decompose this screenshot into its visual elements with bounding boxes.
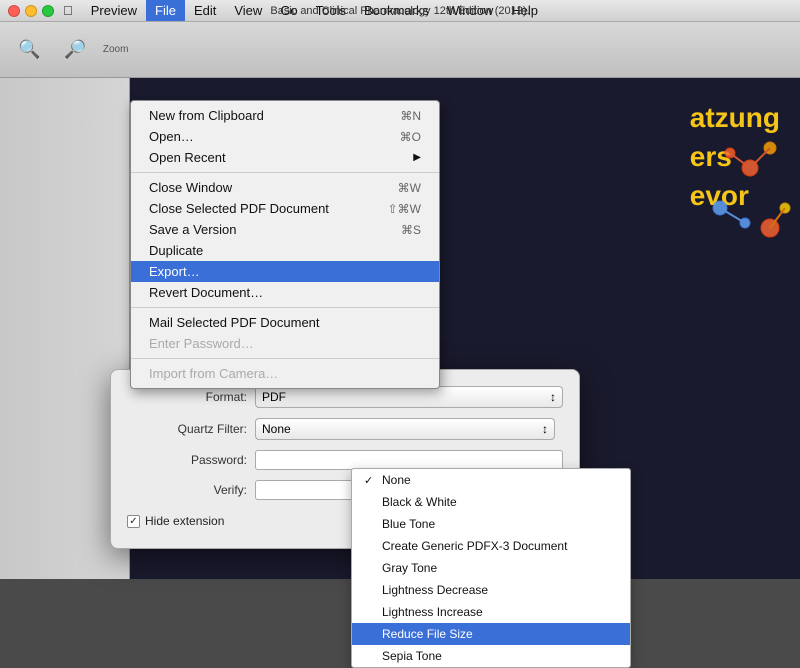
- hide-extension-checkbox[interactable]: ✓: [127, 515, 140, 528]
- hide-extension-text: Hide extension: [145, 514, 224, 528]
- menu-save-version[interactable]: Save a Version ⌘S: [131, 219, 439, 240]
- molecules-decoration: [600, 108, 800, 308]
- quartz-option-label: Sepia Tone: [382, 649, 442, 663]
- quartz-option-none[interactable]: ✓ None: [352, 469, 630, 491]
- go-menu-item[interactable]: Go: [271, 0, 306, 21]
- quartz-option-label: Black & White: [382, 495, 457, 509]
- menu-enter-password: Enter Password…: [131, 333, 439, 354]
- help-menu-item[interactable]: Help: [502, 0, 547, 21]
- quartz-option-label: Blue Tone: [382, 517, 435, 531]
- quartz-label: Quartz Filter:: [127, 422, 247, 436]
- quartz-select[interactable]: None ↕: [255, 418, 555, 440]
- menu-import-camera: Import from Camera…: [131, 363, 439, 384]
- toolbar: 🔍 🔎 Zoom: [0, 22, 800, 78]
- quartz-option-label: None: [382, 473, 411, 487]
- tools-menu-item[interactable]: Tools: [307, 0, 355, 21]
- password-row: Password:: [127, 450, 563, 470]
- format-value: PDF: [262, 390, 286, 404]
- quartz-option-label: Lightness Increase: [382, 605, 483, 619]
- quartz-dropdown: ✓ None Black & White Blue Tone Create Ge…: [351, 468, 631, 668]
- quartz-option-lightness-inc[interactable]: Lightness Increase: [352, 601, 630, 623]
- file-menu-item[interactable]: File: [146, 0, 185, 21]
- quartz-value: None: [262, 422, 291, 436]
- maximize-button[interactable]: [42, 5, 54, 17]
- menu-divider-2: [131, 307, 439, 308]
- format-select-arrow: ↕: [550, 390, 556, 404]
- title-bar:  Preview File Edit View Go Tools Bookma…: [0, 0, 800, 22]
- zoom-out-button[interactable]: 🔍: [10, 35, 48, 64]
- password-input[interactable]: [255, 450, 563, 470]
- preview-menu-item[interactable]: Preview: [82, 0, 146, 21]
- menu-revert[interactable]: Revert Document…: [131, 282, 439, 303]
- quartz-option-reduce[interactable]: Reduce File Size: [352, 623, 630, 645]
- menu-new-clipboard[interactable]: New from Clipboard ⌘N: [131, 105, 439, 126]
- menu-mail-pdf[interactable]: Mail Selected PDF Document: [131, 312, 439, 333]
- minimize-button[interactable]: [25, 5, 37, 17]
- quartz-option-label: Lightness Decrease: [382, 583, 488, 597]
- menu-export[interactable]: Export…: [131, 261, 439, 282]
- password-label: Password:: [127, 453, 247, 467]
- edit-menu-item[interactable]: Edit: [185, 0, 225, 21]
- zoom-in-button[interactable]: 🔎: [56, 35, 94, 64]
- format-label: Format:: [127, 390, 247, 404]
- quartz-option-sepia[interactable]: Sepia Tone: [352, 645, 630, 667]
- verify-label: Verify:: [127, 483, 247, 497]
- quartz-option-label: Create Generic PDFX-3 Document: [382, 539, 567, 553]
- bookmarks-menu-item[interactable]: Bookmarks: [355, 0, 438, 21]
- menu-open-recent[interactable]: Open Recent ▶: [131, 147, 439, 168]
- window-menu-item[interactable]: Window: [438, 0, 502, 21]
- quartz-option-lightness-dec[interactable]: Lightness Decrease: [352, 579, 630, 601]
- menu-divider-3: [131, 358, 439, 359]
- view-menu-item[interactable]: View: [225, 0, 271, 21]
- menu-divider-1: [131, 172, 439, 173]
- quartz-select-arrow: ↕: [542, 422, 548, 436]
- quartz-option-label: Gray Tone: [382, 561, 437, 575]
- menu-duplicate[interactable]: Duplicate: [131, 240, 439, 261]
- format-select[interactable]: PDF ↕: [255, 386, 563, 408]
- quartz-option-gray[interactable]: Gray Tone: [352, 557, 630, 579]
- quartz-option-bw[interactable]: Black & White: [352, 491, 630, 513]
- file-menu-dropdown: New from Clipboard ⌘N Open… ⌘O Open Rece…: [130, 100, 440, 389]
- menu-close-pdf[interactable]: Close Selected PDF Document ⇧⌘W: [131, 198, 439, 219]
- format-row: Format: PDF ↕: [127, 386, 563, 408]
- quartz-option-label: Reduce File Size: [382, 627, 473, 641]
- zoom-label: Zoom: [103, 44, 129, 55]
- quartz-row: Quartz Filter: None ↕: [127, 418, 563, 440]
- checkmark-icon: ✓: [364, 474, 376, 487]
- main-content: atzung ers evor New from Clipboard ⌘N Op…: [0, 78, 800, 579]
- quartz-option-pdfx3[interactable]: Create Generic PDFX-3 Document: [352, 535, 630, 557]
- menu-close-window[interactable]: Close Window ⌘W: [131, 177, 439, 198]
- export-dialog: Format: PDF ↕ Quartz Filter: None ↕ ✓ No…: [110, 369, 580, 549]
- hide-extension-label[interactable]: ✓ Hide extension: [127, 514, 224, 528]
- menu-open[interactable]: Open… ⌘O: [131, 126, 439, 147]
- close-button[interactable]: [8, 5, 20, 17]
- quartz-option-blue[interactable]: Blue Tone: [352, 513, 630, 535]
- apple-menu-item[interactable]: : [54, 0, 82, 21]
- menu-bar:  Preview File Edit View Go Tools Bookma…: [54, 0, 800, 21]
- zoom-in-icon: 🔎: [64, 39, 86, 60]
- zoom-out-icon: 🔍: [18, 39, 40, 60]
- traffic-lights: [0, 5, 54, 17]
